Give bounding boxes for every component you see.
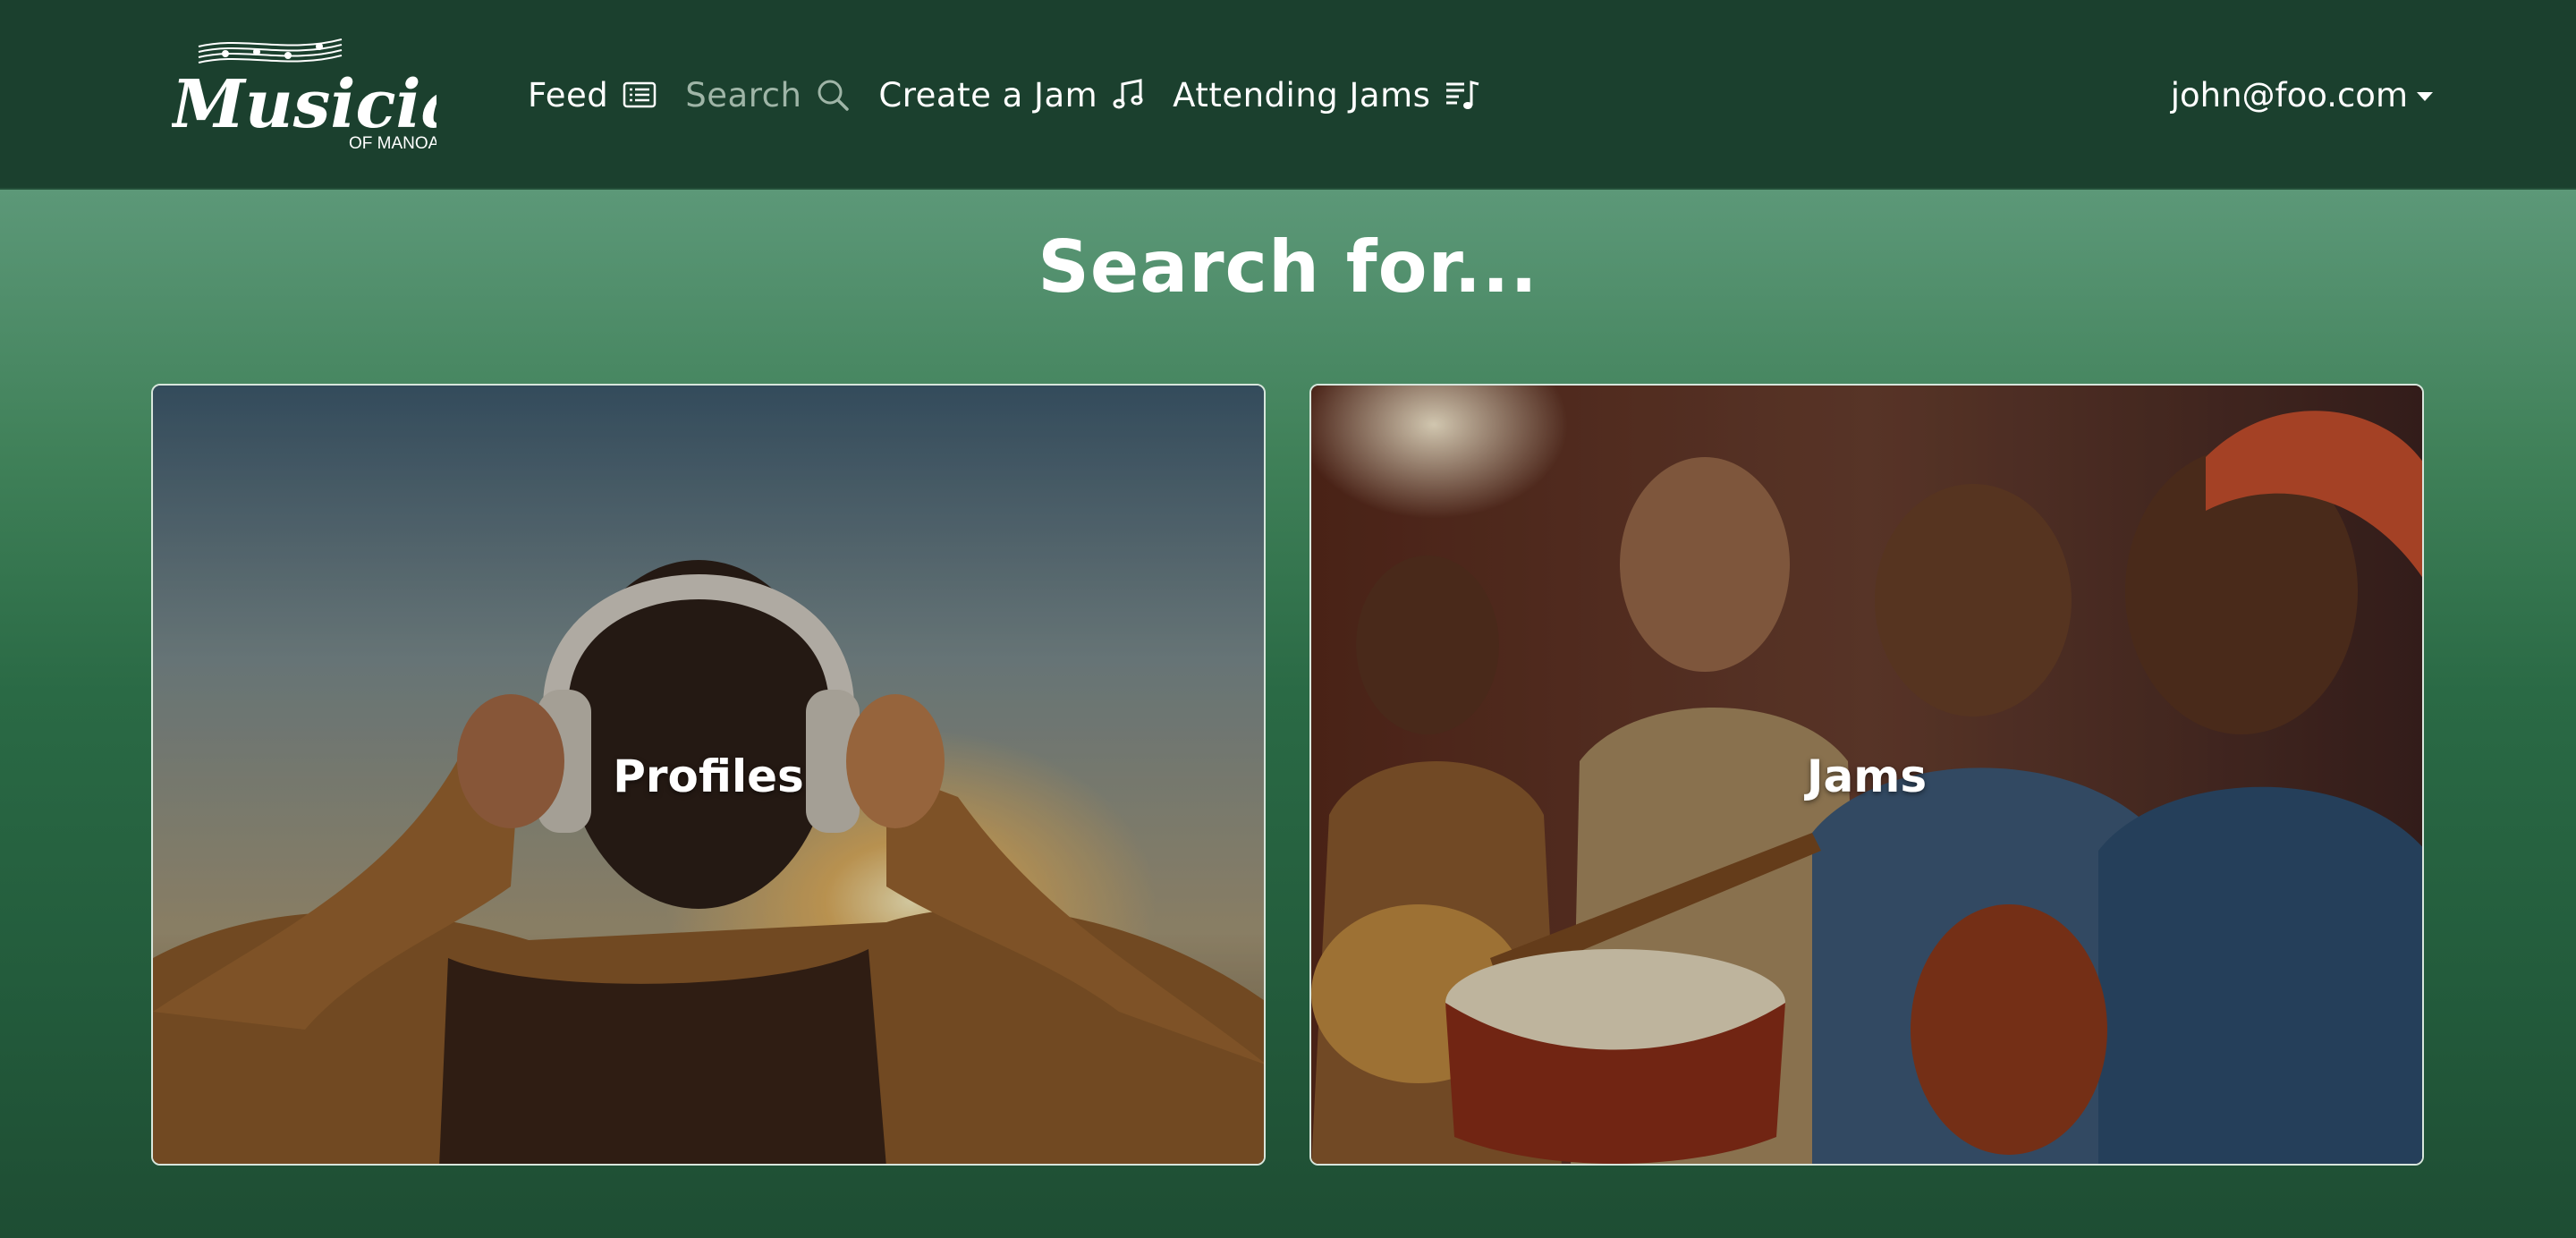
brand-logo[interactable]: Musicians OF MANOA	[169, 27, 549, 161]
card-label-jams: Jams	[1806, 750, 1928, 802]
nav-item-feed[interactable]: Feed	[528, 76, 657, 114]
music-playlist-icon	[1446, 81, 1479, 109]
jams-card[interactable]: Jams	[1309, 384, 2424, 1166]
svg-text:OF MANOA: OF MANOA	[349, 134, 436, 153]
svg-text:Musicians: Musicians	[172, 66, 436, 143]
user-dropdown[interactable]: john@foo.com	[2171, 68, 2433, 122]
search-icon	[818, 80, 850, 111]
nav-item-label: Create a Jam	[878, 75, 1098, 114]
list-icon	[623, 81, 657, 108]
nav-item-label: Feed	[528, 75, 609, 114]
nav-item-attending-jams[interactable]: Attending Jams	[1173, 76, 1480, 114]
music-note-icon	[1113, 79, 1143, 109]
nav-item-label: Search	[685, 75, 802, 114]
user-email: john@foo.com	[2170, 75, 2408, 114]
profiles-card[interactable]: Profiles	[151, 384, 1266, 1166]
page-title: Search for...	[1038, 225, 1538, 309]
nav-item-create-jam[interactable]: Create a Jam	[878, 76, 1144, 114]
logo-graphic: Musicians OF MANOA	[169, 38, 549, 153]
chevron-down-icon	[2417, 92, 2433, 101]
card-label-profiles: Profiles	[613, 750, 804, 802]
nav-item-label: Attending Jams	[1173, 75, 1431, 114]
navbar: Musicians OF MANOA Feed Search	[0, 0, 2576, 190]
nav-menu: Feed Search Create a Jam Attending Jams	[528, 68, 1509, 122]
main-content: Search for... Profiles Jams	[0, 190, 2576, 1238]
nav-item-search[interactable]: Search	[685, 76, 850, 114]
